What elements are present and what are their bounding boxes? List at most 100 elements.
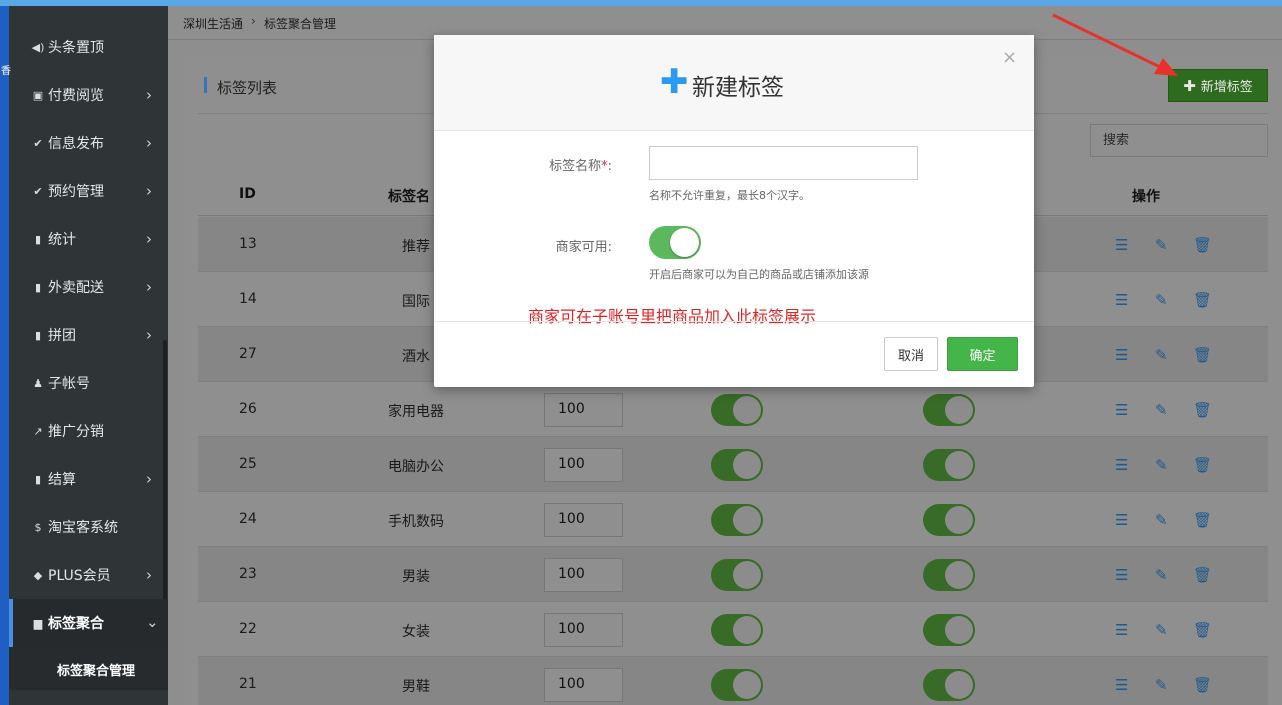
trash-icon[interactable]: 🗑 [1193, 291, 1212, 309]
sort-input[interactable]: 100 [544, 558, 623, 592]
trash-icon[interactable]: 🗑 [1193, 621, 1212, 639]
header-id: ID [239, 186, 256, 202]
row-id: 27 [239, 346, 257, 362]
trash-icon[interactable]: 🗑 [1193, 566, 1212, 584]
merchant-toggle[interactable] [711, 669, 763, 701]
breadcrumb-item-current: 标签聚合管理 [264, 17, 337, 31]
show-toggle[interactable] [923, 504, 975, 536]
merchant-toggle[interactable] [711, 504, 763, 536]
tag-name-input[interactable] [649, 146, 918, 180]
tag-name-hint: 名称不允许重复，最长8个汉字。 [649, 189, 810, 202]
table-row: 24 手机数码 100 ☰ ✎ 🗑 [198, 492, 1268, 547]
toggle-knob [733, 506, 761, 534]
row-id: 21 [239, 676, 257, 692]
merchant-toggle[interactable] [711, 449, 763, 481]
list-icon[interactable]: ☰ [1115, 566, 1128, 584]
row-id: 23 [239, 566, 257, 582]
chevron-right-icon: › [146, 230, 152, 248]
toggle-knob [733, 451, 761, 479]
edit-icon[interactable]: ✎ [1155, 346, 1168, 364]
sort-input[interactable]: 100 [544, 613, 623, 647]
edit-icon[interactable]: ✎ [1155, 511, 1168, 529]
sidebar-item-info-publish[interactable]: ✔ 信息发布 › [9, 119, 168, 167]
merchant-available-toggle[interactable] [649, 226, 701, 259]
confirm-button[interactable]: 确定 [947, 337, 1018, 371]
edit-icon[interactable]: ✎ [1155, 236, 1168, 254]
show-toggle[interactable] [923, 449, 975, 481]
trash-icon[interactable]: 🗑 [1193, 456, 1212, 474]
row-id: 14 [239, 291, 257, 307]
plus-icon: ✚ [1183, 76, 1196, 95]
sidebar-item-booking-manage[interactable]: ✔ 预约管理 › [9, 167, 168, 215]
chevron-right-icon: › [146, 278, 152, 296]
trash-icon[interactable]: 🗑 [1193, 511, 1212, 529]
cancel-button[interactable]: 取消 [884, 337, 938, 371]
row-name: 手机数码 [388, 514, 444, 530]
trash-icon[interactable]: 🗑 [1193, 676, 1212, 694]
edit-icon[interactable]: ✎ [1155, 676, 1168, 694]
sort-input[interactable]: 100 [544, 448, 623, 482]
sidebar-item-label: 标签聚合 [48, 616, 104, 632]
list-icon[interactable]: ☰ [1115, 236, 1128, 254]
tag-name-label-suffix: : [607, 159, 612, 174]
sort-input[interactable]: 100 [544, 393, 623, 427]
list-icon[interactable]: ☰ [1115, 621, 1128, 639]
sidebar-item-plus-member[interactable]: ◆ PLUS会员 › [9, 551, 168, 599]
row-name: 男鞋 [402, 679, 430, 695]
sidebar-item-settlement[interactable]: ▮ 结算 › [9, 455, 168, 503]
dialog-header: × ✚ 新建标签 [434, 35, 1034, 131]
sidebar-item-group-buy[interactable]: ▮ 拼团 › [9, 311, 168, 359]
sort-input[interactable]: 100 [544, 668, 623, 702]
row-id: 26 [239, 401, 257, 417]
sidebar-item-sub-account[interactable]: ♟ 子帐号 [9, 359, 168, 407]
show-toggle[interactable] [923, 669, 975, 701]
trash-icon[interactable]: 🗑 [1193, 401, 1212, 419]
list-icon[interactable]: ☰ [1115, 456, 1128, 474]
chevron-right-icon: › [146, 182, 152, 200]
row-name: 男装 [402, 569, 430, 585]
row-id: 13 [239, 236, 257, 252]
row-name: 女装 [402, 624, 430, 640]
sidebar-item-label: 结算 [48, 472, 76, 488]
merchant-toggle[interactable] [711, 614, 763, 646]
breadcrumb-item-home[interactable]: 深圳生活通 [183, 15, 243, 32]
show-toggle[interactable] [923, 614, 975, 646]
edit-icon[interactable]: ✎ [1155, 621, 1168, 639]
toggle-knob [733, 616, 761, 644]
sidebar-subitem-tag-aggregation-manage[interactable]: 标签聚合管理 [9, 646, 168, 690]
sidebar-item-icon: ✔ [33, 136, 43, 150]
toggle-knob [733, 396, 761, 424]
list-icon[interactable]: ☰ [1115, 346, 1128, 364]
show-toggle[interactable] [923, 559, 975, 591]
merchant-toggle[interactable] [711, 394, 763, 426]
sidebar-item-paid-reading[interactable]: ▣ 付费阅览 › [9, 71, 168, 119]
edit-icon[interactable]: ✎ [1155, 401, 1168, 419]
add-tag-button[interactable]: ✚ 新增标签 [1168, 69, 1268, 102]
chevron-right-icon: › [146, 134, 152, 152]
sidebar-item-taobaoke-system[interactable]: $ 淘宝客系统 [9, 503, 168, 551]
search-input[interactable] [1090, 124, 1268, 157]
chevron-right-icon: › [146, 86, 152, 104]
edit-icon[interactable]: ✎ [1155, 566, 1168, 584]
close-icon[interactable]: × [1002, 47, 1017, 68]
sidebar-item-statistics[interactable]: ▮ 统计 › [9, 215, 168, 263]
show-toggle[interactable] [923, 394, 975, 426]
sidebar-item-icon: ♟ [33, 376, 43, 390]
sidebar-item-top-news[interactable]: ◀) 头条置顶 [9, 23, 168, 71]
sidebar-item-takeout-delivery[interactable]: ▮ 外卖配送 › [9, 263, 168, 311]
edit-icon[interactable]: ✎ [1155, 456, 1168, 474]
sidebar-item-label: 付费阅览 [48, 88, 104, 104]
sidebar-item-label: 淘宝客系统 [48, 520, 118, 536]
annotation-note: 商家可在子账号里把商品加入此标签展示 [528, 307, 817, 326]
list-icon[interactable]: ☰ [1115, 401, 1128, 419]
sidebar-item-tag-aggregation[interactable]: ▆ 标签聚合 ⌄ [9, 599, 168, 647]
sort-input[interactable]: 100 [544, 503, 623, 537]
sidebar-item-promotion-distribution[interactable]: ↗ 推广分销 [9, 407, 168, 455]
merchant-toggle[interactable] [711, 559, 763, 591]
trash-icon[interactable]: 🗑 [1193, 236, 1212, 254]
list-icon[interactable]: ☰ [1115, 511, 1128, 529]
list-icon[interactable]: ☰ [1115, 291, 1128, 309]
list-icon[interactable]: ☰ [1115, 676, 1128, 694]
trash-icon[interactable]: 🗑 [1193, 346, 1212, 364]
edit-icon[interactable]: ✎ [1155, 291, 1168, 309]
